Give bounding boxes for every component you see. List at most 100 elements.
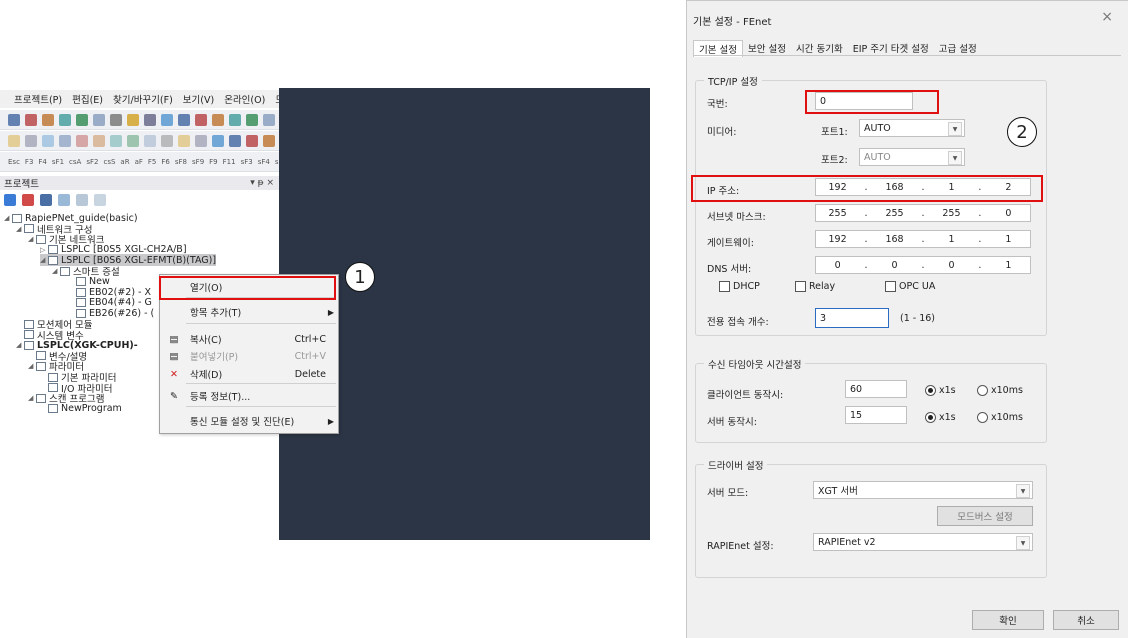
expander-icon[interactable]: ▷ xyxy=(40,246,48,254)
ok-button[interactable]: 확인 xyxy=(972,610,1044,630)
ip-octet[interactable]: 0 xyxy=(987,208,1030,219)
ip-octet[interactable]: 255 xyxy=(930,208,973,219)
function-key-16[interactable]: sF4 xyxy=(258,158,270,166)
function-key-8[interactable]: aF xyxy=(135,158,143,166)
toolbar-button-icon[interactable] xyxy=(263,134,275,147)
context-menu-item-3[interactable]: ▤ 붙여넣기(P) Ctrl+V xyxy=(160,346,338,366)
close-icon[interactable]: × xyxy=(1101,9,1113,25)
network-icon[interactable] xyxy=(4,194,16,206)
context-menu-item-4[interactable]: ✕ 삭제(D) Delete xyxy=(160,364,338,384)
toolbar-button-icon[interactable] xyxy=(8,113,20,126)
toolbar-button-icon[interactable] xyxy=(195,134,207,147)
ip-octet[interactable]: 255 xyxy=(873,208,916,219)
menu-item-2[interactable]: 찾기/바꾸기(F) xyxy=(113,92,173,106)
toolbar-button-icon[interactable] xyxy=(127,113,139,126)
toolbar-button-icon[interactable] xyxy=(25,113,37,126)
expander-icon[interactable]: ◢ xyxy=(16,341,24,349)
toolbar-button-icon[interactable] xyxy=(161,113,173,126)
function-key-12[interactable]: sF9 xyxy=(192,158,204,166)
context-menu-item-1[interactable]: 항목 추가(T) ▶ xyxy=(160,302,338,322)
server-timeout-input[interactable]: 15 xyxy=(845,406,907,424)
ip-octet[interactable]: 255 xyxy=(816,208,859,219)
function-key-9[interactable]: F5 xyxy=(148,158,156,166)
check-icon[interactable] xyxy=(58,194,70,206)
dns-field[interactable]: 0. 0. 0. 1 xyxy=(815,256,1031,274)
relay-checkbox[interactable]: Relay xyxy=(795,281,835,292)
toolbar-button-icon[interactable] xyxy=(93,134,105,147)
client-x10ms-radio[interactable]: x10ms xyxy=(977,385,1023,396)
toolbar-button-icon[interactable] xyxy=(144,134,156,147)
toolbar-button-icon[interactable] xyxy=(246,113,258,126)
toolbar-button-icon[interactable] xyxy=(229,113,241,126)
save-icon[interactable] xyxy=(76,194,88,206)
toolbar-button-icon[interactable] xyxy=(195,113,207,126)
dhcp-checkbox[interactable]: DHCP xyxy=(719,281,760,292)
ip-octet[interactable]: 0 xyxy=(873,260,916,271)
toolbar-button-icon[interactable] xyxy=(59,113,71,126)
function-key-3[interactable]: sF1 xyxy=(52,158,64,166)
function-key-1[interactable]: F3 xyxy=(25,158,33,166)
toolbar-button-icon[interactable] xyxy=(212,134,224,147)
server-x10ms-radio[interactable]: x10ms xyxy=(977,412,1023,423)
ip-octet[interactable]: 192 xyxy=(816,234,859,245)
function-key-14[interactable]: F11 xyxy=(223,158,236,166)
toolbar-button-icon[interactable] xyxy=(178,134,190,147)
menu-item-3[interactable]: 보기(V) xyxy=(183,92,214,106)
toolbar-button-icon[interactable] xyxy=(110,113,122,126)
toolbar-button-icon[interactable] xyxy=(263,113,275,126)
expander-icon[interactable]: ◢ xyxy=(28,394,36,402)
expander-icon[interactable]: ◢ xyxy=(28,362,36,370)
ip-octet[interactable]: 1 xyxy=(930,234,973,245)
toolbar-button-icon[interactable] xyxy=(42,113,54,126)
context-menu-item-6[interactable]: 통신 모듈 설정 및 진단(E) ▶ xyxy=(160,411,338,431)
toolbar-button-icon[interactable] xyxy=(144,113,156,126)
client-timeout-input[interactable]: 60 xyxy=(845,380,907,398)
menu-item-1[interactable]: 편집(E) xyxy=(72,92,103,106)
modbus-settings-button[interactable]: 모드버스 설정 xyxy=(937,506,1033,526)
wrench-icon[interactable] xyxy=(40,194,52,206)
cancel-button[interactable]: 취소 xyxy=(1053,610,1119,630)
ip-octet[interactable]: 0 xyxy=(930,260,973,271)
function-key-4[interactable]: csA xyxy=(69,158,81,166)
client-x1s-radio[interactable]: x1s xyxy=(925,385,956,396)
function-key-2[interactable]: F4 xyxy=(38,158,46,166)
expander-icon[interactable]: ◢ xyxy=(28,235,36,243)
toolbar-button-icon[interactable] xyxy=(229,134,241,147)
gateway-field[interactable]: 192. 168. 1. 1 xyxy=(815,230,1031,248)
toolbar-button-icon[interactable] xyxy=(246,134,258,147)
function-key-13[interactable]: F9 xyxy=(209,158,217,166)
opcua-checkbox[interactable]: OPC UA xyxy=(885,281,935,292)
subnet-mask-field[interactable]: 255. 255. 255. 0 xyxy=(815,204,1031,222)
toolbar-button-icon[interactable] xyxy=(59,134,71,147)
expander-icon[interactable]: ◢ xyxy=(4,214,12,222)
toolbar-button-icon[interactable] xyxy=(110,134,122,147)
function-key-11[interactable]: sF8 xyxy=(175,158,187,166)
ip-octet[interactable]: 168 xyxy=(873,234,916,245)
expander-icon[interactable]: ◢ xyxy=(40,256,48,264)
expander-icon[interactable]: ◢ xyxy=(16,225,24,233)
server-mode-select[interactable]: XGT 서버 ▼ xyxy=(813,481,1033,499)
port1-select[interactable]: AUTO ▼ xyxy=(859,119,965,137)
function-key-10[interactable]: F6 xyxy=(161,158,169,166)
rapienet-select[interactable]: RAPIEnet v2 ▼ xyxy=(813,533,1033,551)
port2-select[interactable]: AUTO ▼ xyxy=(859,148,965,166)
panel-window-controls[interactable]: ▾ ᵽ × xyxy=(250,178,274,188)
toolbar-button-icon[interactable] xyxy=(212,113,224,126)
toolbar-button-icon[interactable] xyxy=(25,134,37,147)
tree-item[interactable]: NewProgram xyxy=(40,403,122,415)
toolbar-button-icon[interactable] xyxy=(42,134,54,147)
toolbar-button-icon[interactable] xyxy=(76,113,88,126)
toolbar-button-icon[interactable] xyxy=(93,113,105,126)
ip-octet[interactable]: 1 xyxy=(987,260,1030,271)
function-key-0[interactable]: Esc xyxy=(8,158,20,166)
offline-icon[interactable] xyxy=(22,194,34,206)
menu-item-4[interactable]: 온라인(O) xyxy=(224,92,265,106)
ip-octet[interactable]: 0 xyxy=(816,260,859,271)
toolbar-button-icon[interactable] xyxy=(161,134,173,147)
toolbar-button-icon[interactable] xyxy=(178,113,190,126)
function-key-5[interactable]: sF2 xyxy=(86,158,98,166)
menu-item-0[interactable]: 프로젝트(P) xyxy=(14,92,62,106)
function-key-7[interactable]: aR xyxy=(120,158,129,166)
server-x1s-radio[interactable]: x1s xyxy=(925,412,956,423)
connections-input[interactable]: 3 xyxy=(815,308,889,328)
